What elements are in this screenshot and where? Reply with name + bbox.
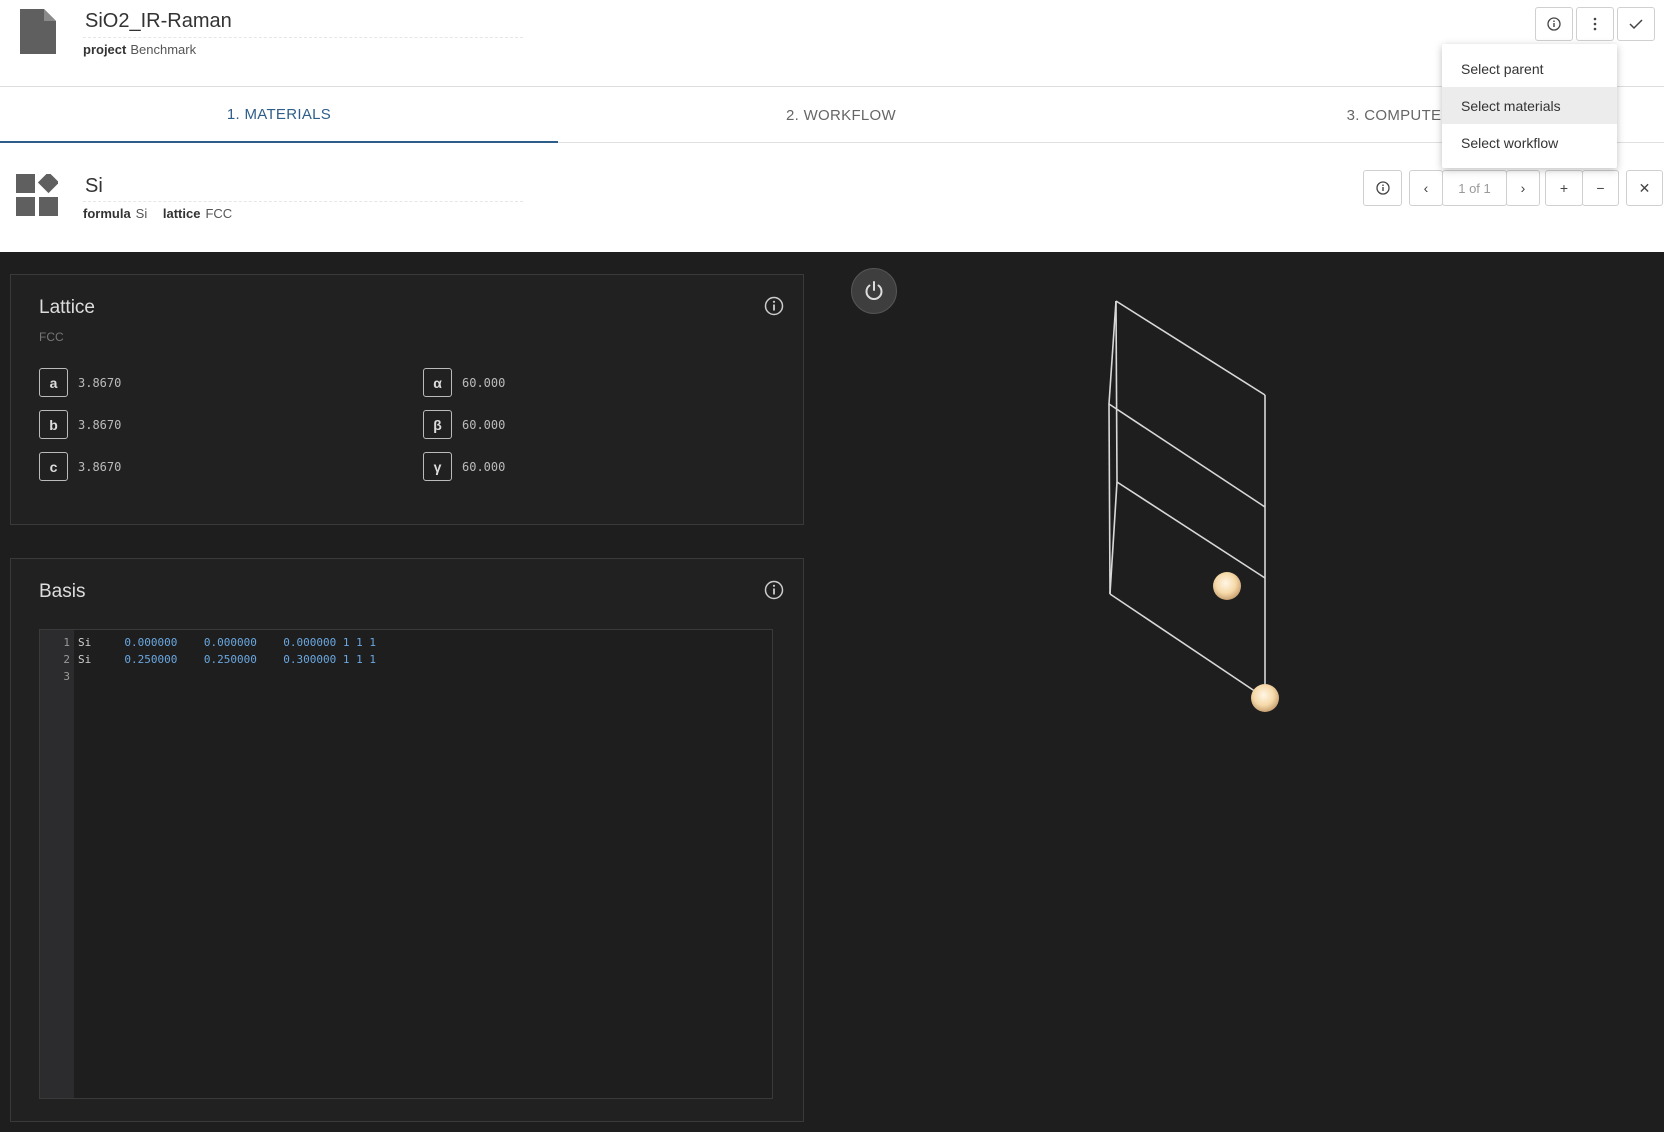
param-label: c xyxy=(39,452,68,481)
title-underline xyxy=(83,37,523,38)
chevron-left-icon: ‹ xyxy=(1423,180,1429,196)
element-symbol: Si xyxy=(78,653,92,666)
minus-icon: − xyxy=(1596,180,1605,196)
info-icon[interactable] xyxy=(764,580,784,600)
info-icon xyxy=(1547,17,1561,31)
close-button[interactable]: ✕ xyxy=(1626,170,1663,206)
power-icon xyxy=(865,281,883,300)
atom-coords: 0.250000 0.250000 0.300000 1 1 1 xyxy=(91,653,377,666)
param-label: β xyxy=(423,410,452,439)
basis-card: Basis 1 2 3 Si 0.000000 0.000000 0.00000… xyxy=(10,558,804,1122)
line-number: 1 xyxy=(63,636,70,649)
line-number: 2 xyxy=(63,653,70,666)
param-label: a xyxy=(39,368,68,397)
param-value[interactable]: 60.000 xyxy=(462,376,505,390)
chevron-right-icon: › xyxy=(1520,180,1526,196)
param-a[interactable]: a 3.8670 xyxy=(39,368,121,397)
app-header: SiO2_IR-Raman project Benchmark xyxy=(0,0,1664,87)
material-title-underline xyxy=(83,201,523,202)
structure-viewer[interactable] xyxy=(1060,292,1300,712)
more-vert-icon xyxy=(1593,17,1597,31)
lattice-type: FCC xyxy=(39,330,64,344)
info-icon xyxy=(1375,181,1390,195)
code-line[interactable]: Si 0.250000 0.250000 0.300000 1 1 1 xyxy=(78,653,376,666)
menu-item-select-parent[interactable]: Select parent xyxy=(1442,50,1617,87)
material-workspace: Lattice FCC a 3.8670 b 3.8670 c 3.8670 α… xyxy=(0,252,1664,1132)
info-button[interactable] xyxy=(1535,7,1573,41)
info-icon[interactable] xyxy=(764,296,784,316)
job-title[interactable]: SiO2_IR-Raman xyxy=(85,10,232,33)
material-meta: formula Si lattice FCC xyxy=(83,206,232,221)
code-line[interactable]: Si 0.000000 0.000000 0.000000 1 1 1 xyxy=(78,636,376,649)
param-value[interactable]: 3.8670 xyxy=(78,418,121,432)
atom-si[interactable] xyxy=(1251,684,1279,712)
tab-materials[interactable]: 1. MATERIALS xyxy=(0,88,558,143)
plus-icon: + xyxy=(1559,180,1569,196)
material-title[interactable]: Si xyxy=(85,175,103,198)
lattice-cell-wireframe xyxy=(1108,300,1266,699)
material-icon xyxy=(16,174,58,216)
formula-value: Si xyxy=(135,206,148,221)
confirm-button[interactable] xyxy=(1617,7,1655,41)
param-value[interactable]: 3.8670 xyxy=(78,376,121,390)
atom-si[interactable] xyxy=(1213,572,1241,600)
param-beta[interactable]: β 60.000 xyxy=(423,410,505,439)
lattice-card: Lattice FCC a 3.8670 b 3.8670 c 3.8670 α… xyxy=(10,274,804,525)
more-button[interactable] xyxy=(1576,7,1614,41)
param-value[interactable]: 60.000 xyxy=(462,460,505,474)
lattice-title: Lattice xyxy=(39,297,95,318)
atom-coords: 0.000000 0.000000 0.000000 1 1 1 xyxy=(91,636,377,649)
param-label: γ xyxy=(423,452,452,481)
add-button[interactable]: + xyxy=(1545,170,1583,206)
param-value[interactable]: 3.8670 xyxy=(78,460,121,474)
material-info-button[interactable] xyxy=(1363,170,1402,206)
basis-editor[interactable]: 1 2 3 Si 0.000000 0.000000 0.000000 1 1 … xyxy=(39,629,773,1099)
param-label: α xyxy=(423,368,452,397)
next-button[interactable]: › xyxy=(1506,170,1540,206)
param-alpha[interactable]: α 60.000 xyxy=(423,368,505,397)
check-icon xyxy=(1629,19,1643,30)
close-icon: ✕ xyxy=(1638,179,1651,196)
param-b[interactable]: b 3.8670 xyxy=(39,410,121,439)
tab-workflow[interactable]: 2. WORKFLOW xyxy=(558,88,1124,143)
prev-button[interactable]: ‹ xyxy=(1409,170,1443,206)
tab-bar: 1. MATERIALS 2. WORKFLOW 3. COMPUTE xyxy=(0,88,1664,143)
pager-field[interactable]: 1 of 1 xyxy=(1442,170,1507,206)
param-c[interactable]: c 3.8670 xyxy=(39,452,121,481)
project-value: Benchmark xyxy=(130,42,197,57)
lattice-label: lattice xyxy=(162,206,201,221)
param-label: b xyxy=(39,410,68,439)
basis-title: Basis xyxy=(39,581,86,602)
line-gutter xyxy=(40,630,74,1098)
param-gamma[interactable]: γ 60.000 xyxy=(423,452,505,481)
remove-button[interactable]: − xyxy=(1582,170,1619,206)
material-header: Si formula Si lattice FCC ‹ 1 of 1 › + − ✕ xyxy=(0,144,1664,252)
element-symbol: Si xyxy=(78,636,92,649)
param-value[interactable]: 60.000 xyxy=(462,418,505,432)
formula-label: formula xyxy=(83,206,131,221)
project-label: project xyxy=(83,42,127,57)
viewer-toggle-button[interactable] xyxy=(851,268,897,314)
document-icon xyxy=(20,9,56,54)
menu-item-select-workflow[interactable]: Select workflow xyxy=(1442,124,1617,161)
project-meta: project Benchmark xyxy=(83,42,196,57)
lattice-value: FCC xyxy=(205,206,233,221)
line-number: 3 xyxy=(63,670,70,683)
menu-item-select-materials[interactable]: Select materials xyxy=(1442,87,1617,124)
actions-menu: Select parent Select materials Select wo… xyxy=(1442,44,1617,168)
